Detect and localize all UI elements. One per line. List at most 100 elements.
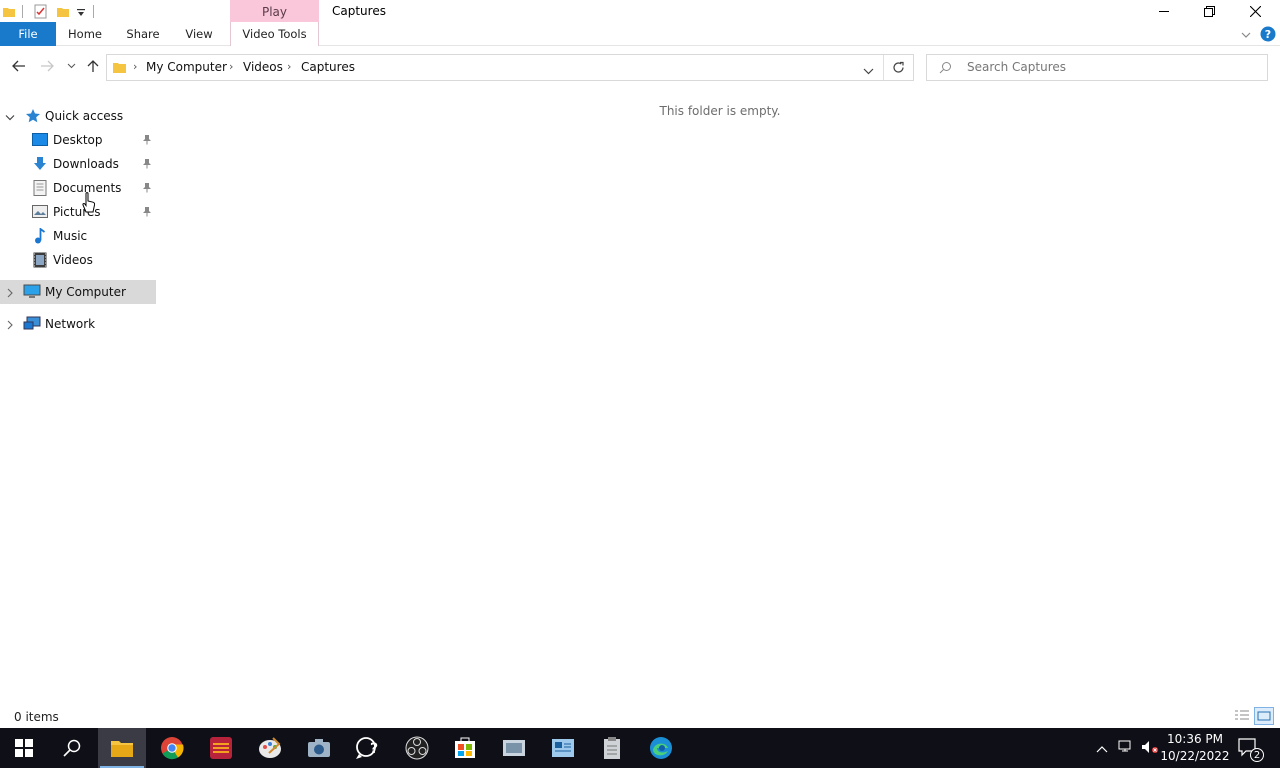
notification-count-badge: 2 [1250,748,1264,762]
play-contextual-tab: Play [230,0,319,24]
obs-icon [405,736,429,760]
breadcrumb-videos[interactable]: Videos [243,60,283,74]
properties-icon[interactable] [33,4,48,22]
chevron-right-icon[interactable] [6,287,14,301]
customize-toolbar-icon[interactable] [76,7,86,21]
taskbar-app[interactable] [197,728,245,768]
large-icons-view-icon[interactable] [1254,707,1274,725]
breadcrumb-my-computer[interactable]: My Computer [146,60,227,74]
tab-view[interactable]: View [176,22,222,46]
taskbar-search-button[interactable] [48,728,96,768]
pictures-icon [32,205,48,221]
paint-icon [259,737,281,758]
taskbar-obs[interactable] [393,728,441,768]
forward-button[interactable] [36,55,58,77]
restore-icon [1203,5,1215,17]
start-icon [15,739,33,757]
breadcrumb-separator-icon: › [287,60,292,73]
taskbar-file-explorer[interactable] [98,728,146,768]
taskbar-app-2[interactable] [490,728,538,768]
volume-muted-icon[interactable] [1141,740,1159,757]
network-icon [23,316,41,335]
minimize-button[interactable] [1141,0,1187,22]
chrome-icon [161,737,184,760]
sidebar-item-label: Music [53,229,88,243]
search-icon [939,61,952,77]
toolbar-divider [93,5,94,18]
details-view-icon[interactable] [1234,709,1250,726]
address-bar[interactable]: › My Computer › Videos › Captures [106,54,914,81]
sidebar-item-label: Quick access [45,109,124,123]
start-button[interactable] [0,728,48,768]
breadcrumb-separator-icon: › [229,60,234,73]
window-title: Captures [332,4,386,18]
taskbar: ? 10:36 PM 10/22/2022 2 [0,728,1280,768]
taskbar-camera[interactable] [295,728,343,768]
recent-locations-button[interactable] [61,55,81,77]
downloads-icon [32,156,48,175]
taskbar-paint[interactable] [246,728,294,768]
sidebar-item-pictures[interactable]: Pictures [0,200,156,224]
sidebar-item-label: Desktop [53,133,103,147]
help-icon[interactable]: ? [1260,26,1276,45]
pin-icon[interactable] [142,158,152,172]
back-button[interactable] [8,55,30,77]
sidebar-item-quick-access[interactable]: Quick access [0,104,156,128]
expand-ribbon-icon[interactable] [1240,29,1252,43]
folder-icon [112,60,127,78]
up-arrow-icon [87,60,99,72]
taskbar-help[interactable]: ? [344,728,392,768]
search-input[interactable]: Search Captures [926,54,1268,81]
taskbar-edge[interactable] [637,728,685,768]
breadcrumb-separator-icon: › [133,60,138,73]
restore-button[interactable] [1186,0,1232,22]
app4-icon [604,737,620,759]
chevron-down-icon [67,63,75,69]
chevron-up-icon[interactable] [1096,742,1108,756]
tab-video-tools[interactable]: Video Tools [230,22,319,46]
new-folder-icon[interactable] [56,5,70,22]
chevron-right-icon[interactable] [6,319,14,333]
pin-icon[interactable] [142,134,152,148]
file-explorer-window: Play Captures File Home Share View Video… [0,0,1280,768]
taskbar-app-3[interactable] [539,728,587,768]
help-icon: ? [356,737,378,759]
app-icon [210,737,232,759]
up-button[interactable] [82,55,104,77]
sidebar-item-label: Videos [53,253,93,267]
tab-file[interactable]: File [0,22,56,46]
sidebar-item-downloads[interactable]: Downloads [0,152,156,176]
network-tray-icon[interactable] [1118,740,1134,757]
breadcrumb-captures[interactable]: Captures [301,60,355,74]
chevron-down-icon[interactable] [5,111,15,125]
computer-icon [23,284,41,303]
toolbar-divider [22,5,23,18]
taskbar-clock[interactable]: 10:36 PM 10/22/2022 [1160,731,1230,765]
refresh-icon[interactable] [892,61,905,77]
documents-icon [33,180,47,199]
sidebar-item-label: Downloads [53,157,119,171]
taskbar-store[interactable] [441,728,489,768]
taskbar-chrome[interactable] [148,728,196,768]
tab-home[interactable]: Home [60,22,110,46]
sidebar-item-label: Network [45,317,96,331]
clock-time: 10:36 PM [1167,732,1223,746]
sidebar-item-desktop[interactable]: Desktop [0,128,156,152]
close-button[interactable] [1232,0,1278,22]
svg-text:?: ? [370,741,378,757]
pin-icon[interactable] [142,206,152,220]
address-dropdown-icon[interactable] [863,64,874,78]
empty-folder-message: This folder is empty. [659,104,781,118]
sidebar-item-network[interactable]: Network [0,312,156,336]
title-bar: Play Captures [0,0,1280,24]
sidebar-item-videos[interactable]: Videos [0,248,156,272]
pin-icon[interactable] [142,182,152,196]
sidebar-item-my-computer[interactable]: My Computer [0,280,156,304]
minimize-icon [1159,11,1169,12]
tab-share[interactable]: Share [118,22,168,46]
sidebar-item-documents[interactable]: Documents [0,176,156,200]
taskbar-app-4[interactable] [588,728,636,768]
clock-date: 10/22/2022 [1160,749,1230,763]
sidebar-item-label: My Computer [45,285,126,299]
sidebar-item-music[interactable]: Music [0,224,156,248]
